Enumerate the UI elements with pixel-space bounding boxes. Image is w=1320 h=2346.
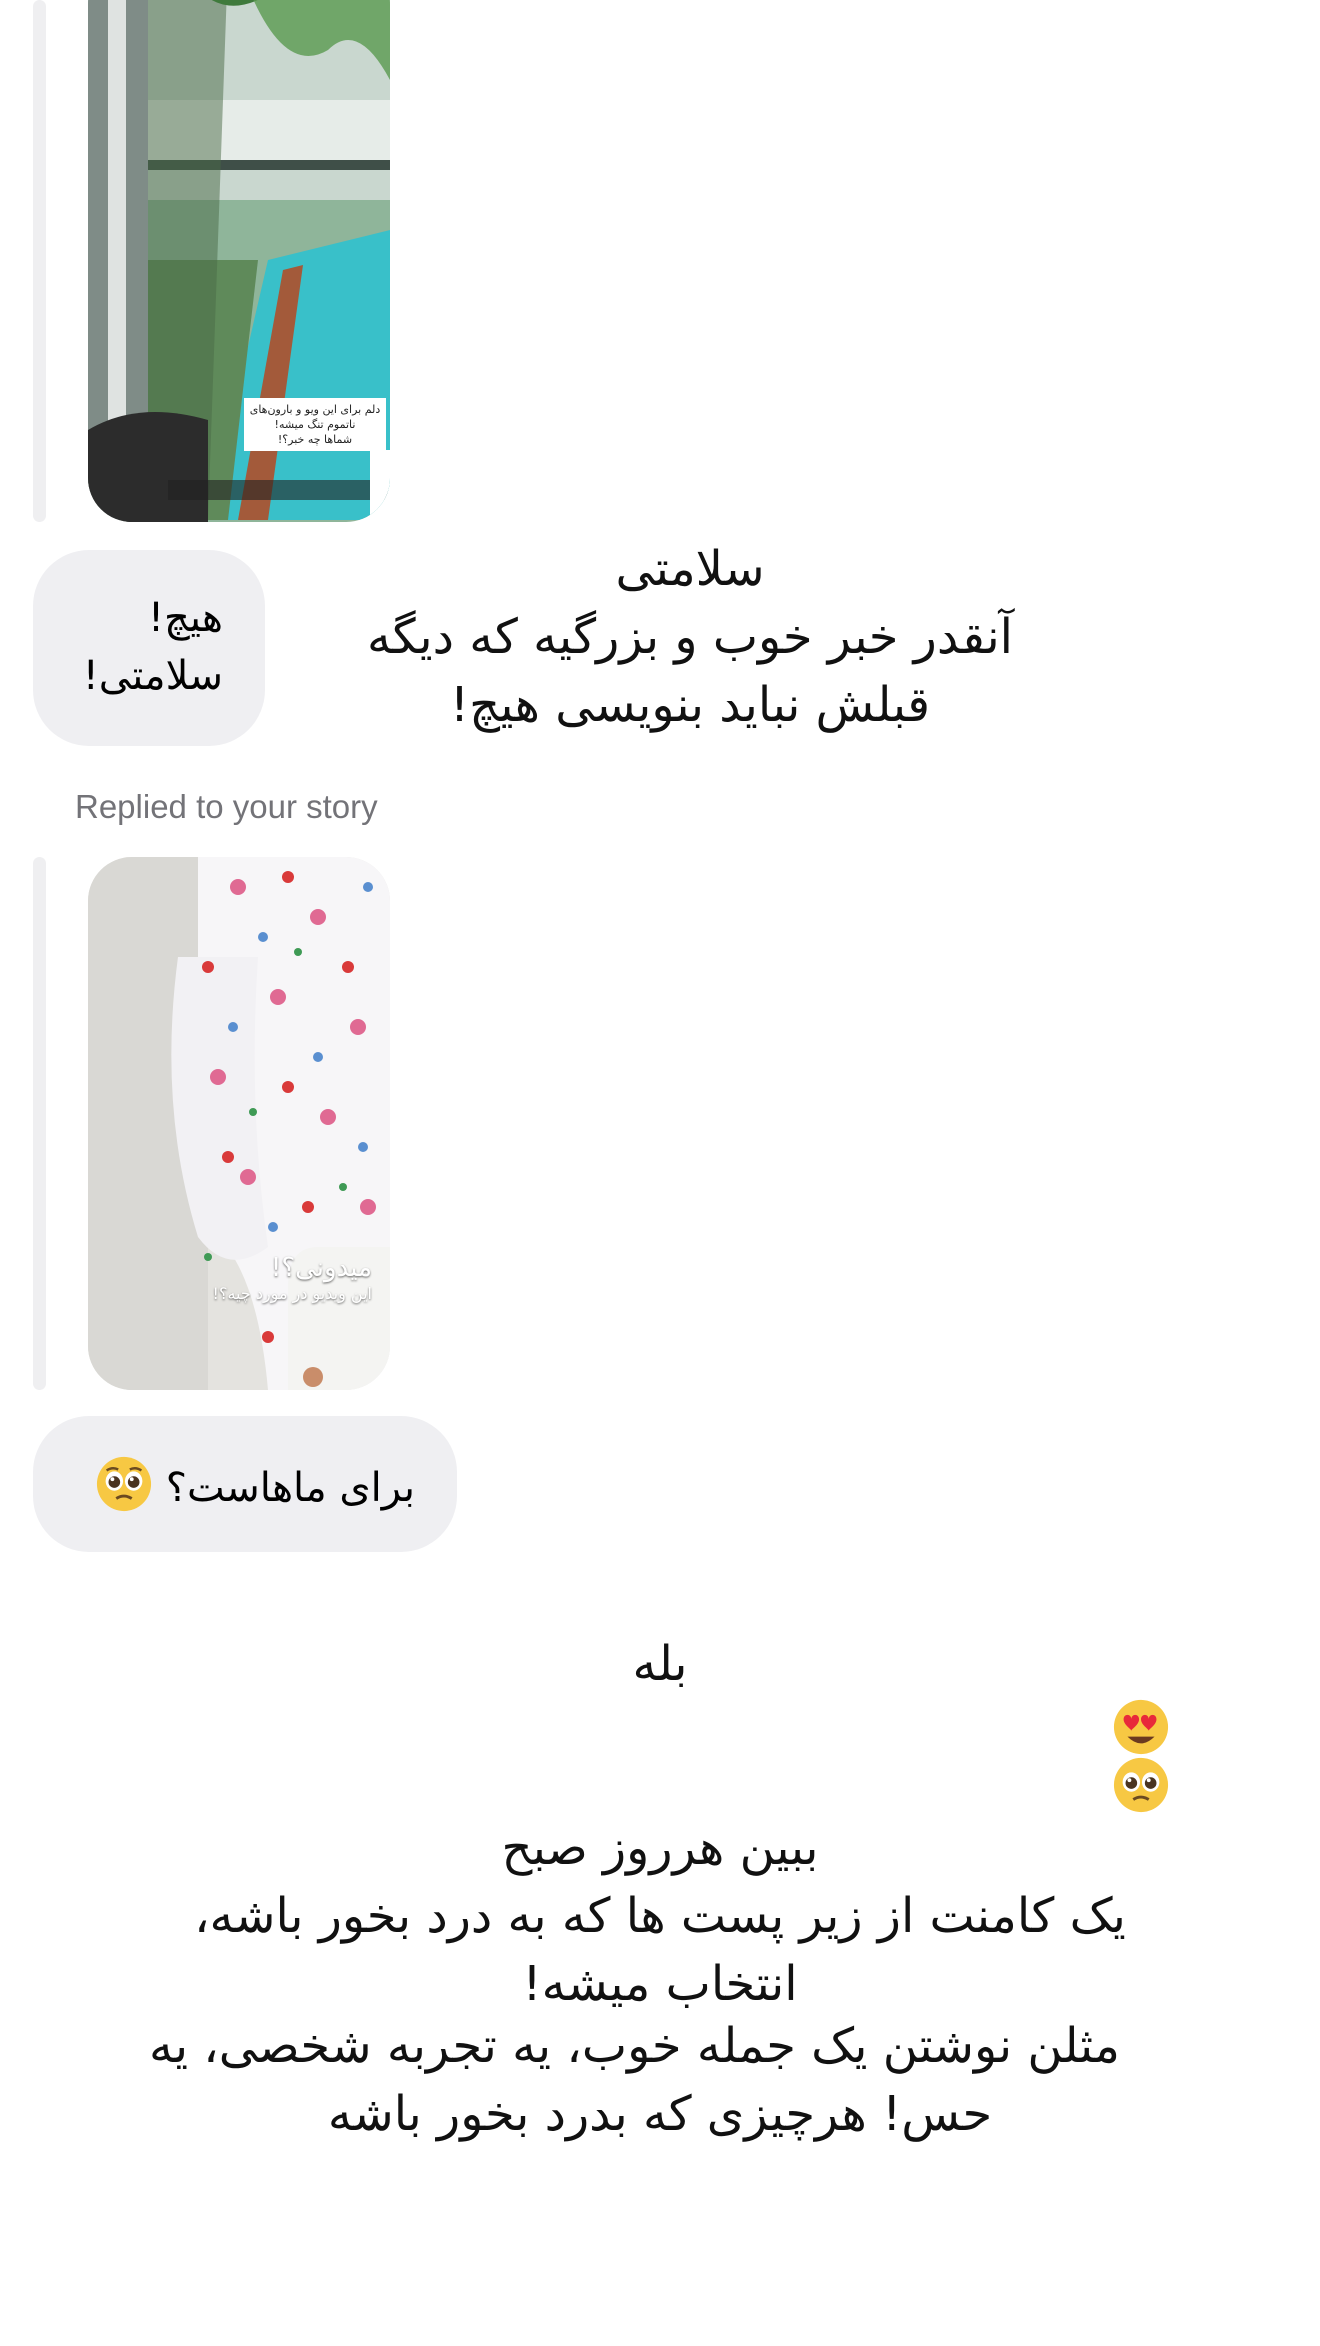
text-overlay-1: سلامتی آنقدر خبر خوب و بزرگیه که دیگه قب… xyxy=(360,535,1020,739)
pleading-face-icon xyxy=(95,1455,153,1513)
message-bubble-incoming[interactable]: هیچ! سلامتی! xyxy=(33,550,265,746)
message-line: هیچ! xyxy=(147,595,223,641)
text-line: بله xyxy=(150,1630,1170,1814)
story1-overlay-line: ناتموم تنگ میشه! xyxy=(274,418,356,431)
text-line: آنقدر خبر خوب و بزرگیه که دیگه xyxy=(366,609,1014,665)
story2-overlay-title: میدونی؟! xyxy=(270,1253,372,1283)
text-line: مثلن نوشتن یک جمله خوب، یه تجربه شخصی، ی… xyxy=(148,2018,1120,2074)
reply-indicator-bar xyxy=(33,0,46,522)
text-line: انتخاب میشه! xyxy=(522,1956,798,2012)
text-line: ببین هرروز صبح xyxy=(501,1820,819,1876)
message-line: سلامتی! xyxy=(82,653,223,699)
story1-overlay-label: دلم برای این ویو و بارون‌های ناتموم تنگ … xyxy=(244,398,386,451)
story-thumbnail-dress[interactable] xyxy=(88,857,390,1390)
story1-overlay-line: شماها چه خبر؟! xyxy=(277,433,353,446)
text-line: حس! هرچیزی که بدرد بخور باشه xyxy=(327,2086,993,2142)
replied-to-story-caption: Replied to your story xyxy=(75,788,378,825)
heart-eyes-icon xyxy=(1112,1698,1170,1756)
text-line: قبلش نباید بنویسی هیچ! xyxy=(449,677,931,733)
message-text: برای ماهاست؟ xyxy=(165,1465,415,1511)
story2-overlay-text: میدونی؟! این ویدیو در مورد چیه؟! xyxy=(160,1252,372,1304)
story2-overlay-subtitle: این ویدیو در مورد چیه؟! xyxy=(212,1284,372,1303)
pleading-face-icon xyxy=(1112,1756,1170,1814)
text-line: یک کامنت از زیر پست ها که به درد بخور با… xyxy=(194,1888,1126,1944)
text-overlay-2: بله ببین هرروز صبح یک کامنت از زیر پست ه… xyxy=(150,1630,1170,2018)
story1-overlay-line: دلم برای این ویو و بارون‌های xyxy=(249,403,381,416)
message-bubble-incoming[interactable]: برای ماهاست؟ xyxy=(33,1416,457,1552)
text-word: بله xyxy=(632,1636,688,1692)
text-line: سلامتی xyxy=(615,541,765,597)
text-overlay-3: مثلن نوشتن یک جمله خوب، یه تجربه شخصی، ی… xyxy=(148,2012,1120,2148)
reply-indicator-bar xyxy=(33,857,46,1390)
